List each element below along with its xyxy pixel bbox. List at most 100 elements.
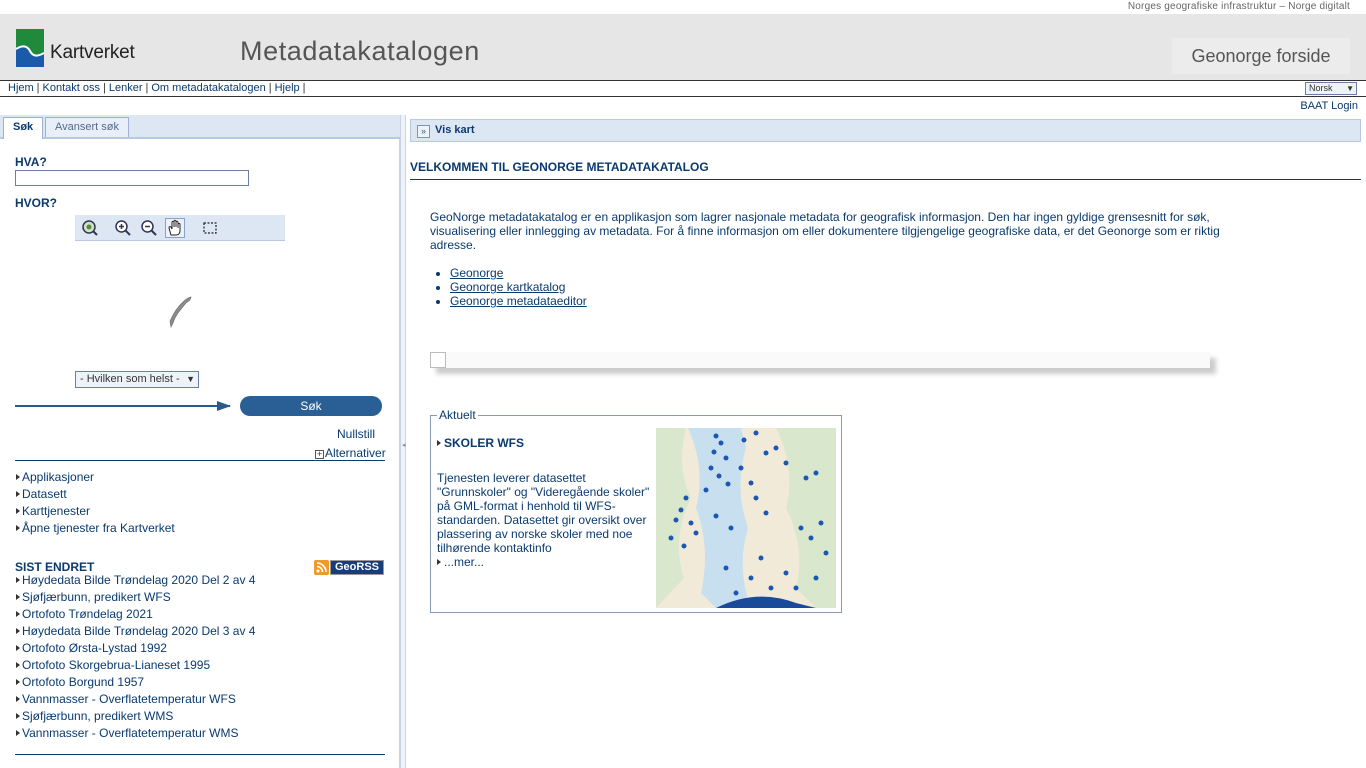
map-toolbar [75, 215, 285, 241]
recent-link[interactable]: Høydedata Bilde Trøndelag 2020 Del 2 av … [22, 573, 255, 587]
category-link[interactable]: Karttjenester [22, 504, 90, 518]
options-label: Alternativer [325, 446, 386, 460]
category-item-open-services[interactable]: Åpne tjenester fra Kartverket [15, 520, 175, 537]
news-title-link[interactable]: SKOLER WFS [437, 436, 524, 450]
category-link[interactable]: Datasett [22, 487, 67, 501]
search-arrow-line [15, 405, 230, 407]
nav-link-links[interactable]: Lenker [109, 82, 143, 94]
recent-list: Høydedata Bilde Trøndelag 2020 Del 2 av … [15, 572, 255, 742]
page-title: VELKOMMEN TIL GEONORGE METADATAKATALOG [410, 160, 1361, 180]
recent-link[interactable]: Ortofoto Trøndelag 2021 [22, 607, 153, 621]
link-geonorge[interactable]: Geonorge [450, 266, 503, 280]
list-item: Geonorge kartkatalog [450, 280, 587, 294]
pan-hand-icon[interactable] [165, 218, 185, 238]
nav-link-help[interactable]: Hjelp [275, 82, 300, 94]
language-select[interactable]: Norsk ▼ [1305, 82, 1357, 95]
recent-link[interactable]: Vannmasser - Overflatetemperatur WFS [22, 692, 236, 706]
app-title: Metadatakatalogen [240, 36, 480, 66]
geonorge-home-link[interactable]: Geonorge forside [1172, 38, 1350, 74]
logo-text: Kartverket [50, 42, 135, 63]
link-map-catalog[interactable]: Geonorge kartkatalog [450, 280, 565, 294]
news-map-image[interactable] [656, 428, 836, 608]
georss-label: GeoRSS [330, 560, 384, 575]
language-value: Norsk [1309, 83, 1333, 93]
georss-badge[interactable]: GeoRSS [314, 560, 384, 576]
intro-links: Geonorge Geonorge kartkatalog Geonorge m… [450, 266, 587, 308]
intro-text: GeoNorge metadatakatalog er en applikasj… [430, 210, 1220, 252]
select-box-icon[interactable] [200, 218, 220, 238]
top-strip: Norges geografiske infrastruktur – Norge… [0, 0, 1366, 14]
recent-link[interactable]: Sjøfjærbunn, predikert WFS [22, 590, 171, 604]
divider [15, 754, 385, 755]
list-item: Geonorge metadataeditor [450, 294, 587, 308]
search-panel: Søk Avansert søk HVA? HVOR? - Hvilken so… [0, 115, 400, 768]
category-item-datasets[interactable]: Datasett [15, 486, 175, 503]
expand-chevron-icon[interactable]: » [417, 125, 430, 138]
main-content: » Vis kart VELKOMMEN TIL GEONORGE METADA… [406, 115, 1366, 768]
nav-link-contact[interactable]: Kontakt oss [43, 82, 100, 94]
list-item: Geonorge [450, 266, 587, 280]
what-label: HVA? [15, 155, 47, 169]
recent-link[interactable]: Ortofoto Borgund 1957 [22, 675, 144, 689]
list-item[interactable]: Sjøfjærbunn, predikert WMS [15, 708, 255, 725]
list-item[interactable]: Vannmasser - Overflatetemperatur WMS [15, 725, 255, 742]
kartverket-logo[interactable]: Kartverket [16, 29, 146, 69]
category-link[interactable]: Åpne tjenester fra Kartverket [22, 521, 175, 535]
news-more-link[interactable]: ...mer... [437, 555, 484, 569]
map-toggle-bar[interactable]: » Vis kart [410, 119, 1361, 142]
zoom-out-icon[interactable] [139, 218, 159, 238]
search-arrow-head [217, 401, 231, 411]
region-select[interactable]: - Hvilken som helst - ▼ [75, 371, 199, 388]
splitter-grip-icon: ◂ [402, 442, 406, 449]
news-legend: Aktuelt [437, 408, 478, 422]
news-box: Aktuelt SKOLER WFS Tjenesten leverer dat… [430, 408, 842, 613]
tab-search[interactable]: Søk [3, 117, 44, 139]
list-item[interactable]: Høydedata Bilde Trøndelag 2020 Del 3 av … [15, 623, 255, 640]
category-item-map-services[interactable]: Karttjenester [15, 503, 175, 520]
search-tabs: Søk Avansert søk [0, 115, 400, 139]
list-item[interactable]: Ortofoto Skorgebrua-Lianeset 1995 [15, 657, 255, 674]
recent-link[interactable]: Ortofoto Skorgebrua-Lianeset 1995 [22, 658, 210, 672]
chevron-down-icon: ▼ [1346, 84, 1354, 93]
reset-link[interactable]: Nullstill [337, 427, 375, 441]
tagline: Norges geografiske infrastruktur – Norge… [1127, 1, 1350, 12]
zoom-extent-icon[interactable] [80, 218, 100, 238]
zoom-in-icon[interactable] [113, 218, 133, 238]
list-item[interactable]: Ortofoto Ørsta-Lystad 1992 [15, 640, 255, 657]
tab-advanced-search[interactable]: Avansert søk [45, 117, 129, 137]
list-item[interactable]: Ortofoto Borgund 1957 [15, 674, 255, 691]
checkbox[interactable] [430, 352, 446, 368]
chevron-down-icon: ▼ [186, 374, 195, 384]
expand-plus-icon: + [315, 449, 324, 459]
nav-link-about[interactable]: Om metadatakatalogen [151, 82, 265, 94]
map-toggle-label: Vis kart [435, 124, 475, 136]
login-link[interactable]: BAAT Login [1300, 100, 1358, 112]
list-item[interactable]: Høydedata Bilde Trøndelag 2020 Del 2 av … [15, 572, 255, 589]
nav-bar: Hjem | Kontakt oss | Lenker | Om metadatakatal… [0, 80, 1366, 97]
link-metadata-editor[interactable]: Geonorge metadataeditor [450, 294, 587, 308]
kartverket-logo-icon [16, 29, 44, 67]
divider [15, 460, 385, 461]
region-select-value: - Hvilken som helst - [80, 373, 180, 385]
norway-map-thumbnail[interactable] [165, 295, 195, 329]
search-button[interactable]: Søk [240, 396, 382, 416]
recent-link[interactable]: Høydedata Bilde Trøndelag 2020 Del 3 av … [22, 624, 255, 638]
list-item[interactable]: Sjøfjærbunn, predikert WFS [15, 589, 255, 606]
options-toggle[interactable]: + Alternativer [315, 446, 386, 460]
recent-link[interactable]: Sjøfjærbunn, predikert WMS [22, 709, 173, 723]
what-input[interactable] [15, 170, 249, 186]
list-item[interactable]: Ortofoto Trøndelag 2021 [15, 606, 255, 623]
news-body: Tjenesten leverer datasettet "Grunnskole… [437, 471, 650, 555]
category-link[interactable]: Applikasjoner [22, 470, 94, 484]
list-item[interactable]: Vannmasser - Overflatetemperatur WFS [15, 691, 255, 708]
empty-widget [430, 352, 1210, 368]
rss-icon [314, 560, 329, 575]
category-list: Applikasjoner Datasett Karttjenester Åpn… [15, 469, 175, 537]
category-item-applications[interactable]: Applikasjoner [15, 469, 175, 486]
header-banner: Kartverket Metadatakatalogen Geonorge fo… [0, 14, 1366, 80]
recent-link[interactable]: Vannmasser - Overflatetemperatur WMS [22, 726, 239, 740]
where-label: HVOR? [15, 196, 57, 210]
nav-links: Hjem | Kontakt oss | Lenker | Om metadatakatal… [8, 82, 306, 94]
recent-link[interactable]: Ortofoto Ørsta-Lystad 1992 [22, 641, 167, 655]
nav-link-home[interactable]: Hjem [8, 82, 34, 94]
